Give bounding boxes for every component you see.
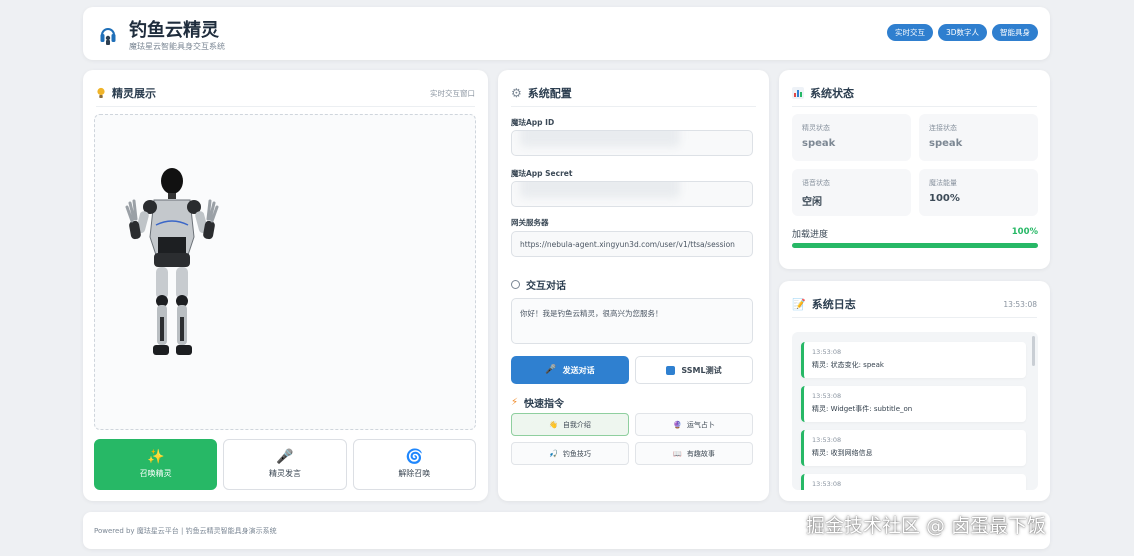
redacted-value (520, 131, 680, 147)
dismiss-sprite-button[interactable]: 🌀 解除召唤 (352, 439, 476, 490)
book-icon: 📖 (673, 449, 682, 458)
log-time: 13:53:08 (1003, 299, 1037, 309)
chat-section-title: 交互对话 (526, 281, 566, 292)
memo-icon: 📝 (792, 297, 806, 311)
status-cell-energy: 魔法能量 100% (919, 169, 1038, 216)
app-header: 钓鱼云精灵 魔珐星云智能具身交互系统 实时交互 3D数字人 智能具身 (83, 7, 1050, 60)
quick-story-button[interactable]: 📖 有趣故事 (635, 442, 753, 465)
progress-bar (792, 243, 1038, 248)
quick-self-intro-button[interactable]: 👋 自我介绍 (511, 413, 629, 436)
log-panel-title: 系统日志 (811, 298, 856, 311)
send-chat-label: 发送对话 (562, 365, 595, 375)
progress-value: 100% (1011, 227, 1038, 237)
status-cell-voice: 语音状态 空闲 (792, 169, 911, 216)
badge-embodied[interactable]: 智能具身 (992, 24, 1038, 41)
quick-commands-title: 快速指令 (524, 399, 565, 410)
quick-fishing-tips-button[interactable]: 🎣 钓鱼技巧 (511, 442, 629, 465)
sprite-speak-button[interactable]: 🎤 精灵发言 (223, 439, 347, 490)
status-cell-connection: 连接状态 speak (919, 114, 1038, 161)
wave-hand-icon: 👋 (549, 420, 558, 429)
dismiss-sprite-label: 解除召唤 (398, 469, 431, 478)
send-chat-button[interactable]: 🎤 发送对话 (511, 356, 629, 384)
app-secret-label: 魔珐App Secret (511, 169, 573, 178)
lightbulb-icon (97, 87, 105, 98)
app-subtitle: 魔珐星云智能具身交互系统 (129, 42, 225, 51)
status-panel-title: 系统状态 (810, 87, 854, 100)
config-panel: ⚙ 系统配置 魔珐App ID 魔珐App Secret 网关服务器 https… (498, 70, 769, 501)
progress-label: 加载进度 (792, 230, 829, 240)
sprite-panel-title: 精灵展示 (112, 87, 156, 100)
ssml-test-label: SSML测试 (681, 365, 722, 375)
ssml-test-button[interactable]: SSML测试 (635, 356, 753, 384)
swirl-icon: 🌀 (405, 449, 424, 465)
quick-fortune-button[interactable]: 🔮 运气占卜 (635, 413, 753, 436)
log-entry: 13:53:08 精灵: 收到网络信息 (801, 430, 1026, 466)
log-entry: 13:53:08 精灵: 状态变化: speak (801, 342, 1026, 378)
footer-text: Powered by 魔珐星云平台 | 钓鱼云精灵智能具身演示系统 (94, 527, 277, 535)
fishing-hook-icon: 🎣 (549, 449, 558, 458)
ssml-icon (666, 365, 676, 375)
sprite-panel-hint: 实时交互窗口 (430, 88, 475, 98)
config-panel-title: 系统配置 (527, 87, 572, 100)
status-panel: 系统状态 精灵状态 speak 连接状态 speak 语音状态 空闲 魔法能量 … (779, 70, 1050, 269)
chat-textarea[interactable]: 你好！我是钓鱼云精灵，很高兴为您服务！ (511, 298, 753, 344)
headset-icon (100, 28, 116, 45)
app-id-label: 魔珐App ID (511, 118, 555, 127)
log-scrollbar[interactable] (1032, 336, 1035, 366)
microphone-icon: 🎤 (545, 365, 557, 375)
gateway-label: 网关服务器 (511, 218, 549, 227)
bar-chart-icon (792, 87, 804, 99)
sprite-speak-label: 精灵发言 (268, 469, 301, 478)
robot-avatar (125, 168, 219, 355)
status-cell-sprite: 精灵状态 speak (792, 114, 911, 161)
watermark: 掘金技术社区 @ 卤蛋最下饭 (806, 515, 1047, 537)
log-entry: 13:53:08 精灵: Widget事件: subtitle_on (801, 386, 1026, 422)
log-panel: 📝 系统日志 13:53:08 13:53:08 精灵: 状态变化: speak… (779, 281, 1050, 501)
chat-bubble-icon (511, 280, 520, 289)
lightning-icon: ⚡ (511, 397, 519, 408)
gear-icon: ⚙ (511, 86, 522, 100)
crystal-ball-icon: 🔮 (673, 420, 682, 429)
sparkles-icon: ✨ (146, 449, 165, 465)
progress-fill (792, 243, 1038, 248)
sprite-panel: 精灵展示 实时交互窗口 ✨ 召唤精灵 🎤 精灵发言 🌀 解除召唤 (83, 70, 488, 501)
app-title: 钓鱼云精灵 (129, 20, 219, 41)
app-secret-input[interactable] (511, 181, 753, 207)
microphone-icon: 🎤 (276, 449, 294, 465)
avatar-stage[interactable] (94, 114, 476, 430)
summon-sprite-label: 召唤精灵 (139, 469, 172, 478)
log-list[interactable]: 13:53:08 精灵: 状态变化: speak 13:53:08 精灵: Wi… (792, 332, 1038, 490)
gateway-input[interactable]: https://nebula-agent.xingyun3d.com/user/… (511, 231, 753, 257)
redacted-value (520, 182, 680, 198)
summon-sprite-button[interactable]: ✨ 召唤精灵 (94, 439, 218, 490)
badge-realtime[interactable]: 实时交互 (886, 24, 933, 41)
log-entry: 13:53:08 (801, 474, 1026, 490)
badge-3d-avatar[interactable]: 3D数字人 (937, 24, 987, 41)
app-id-input[interactable] (511, 130, 753, 156)
